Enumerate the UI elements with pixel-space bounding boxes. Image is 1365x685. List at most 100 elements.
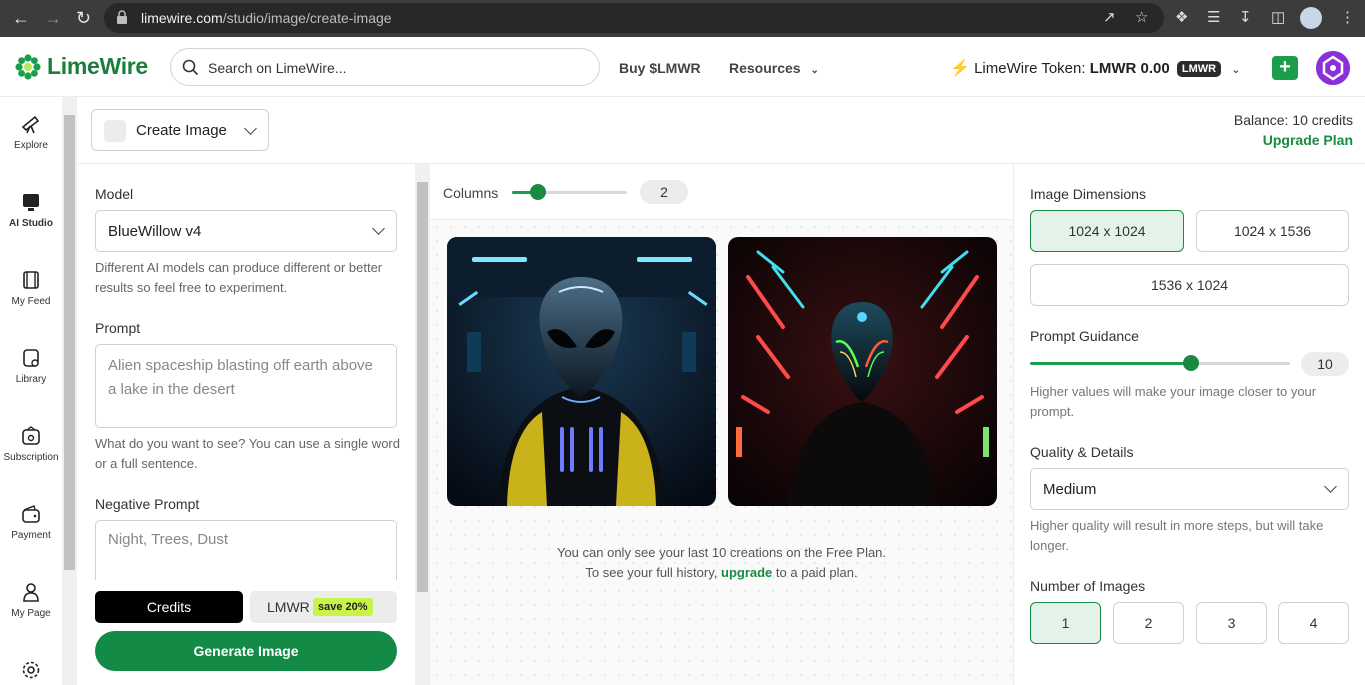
negative-prompt-label: Negative Prompt [95,496,200,512]
num-images-option-3[interactable]: 3 [1196,602,1267,644]
generated-image-1[interactable] [447,237,716,506]
guidance-label: Prompt Guidance [1030,328,1139,344]
limewire-logo-icon[interactable] [15,54,41,80]
search-placeholder: Search on LimeWire... [208,60,347,76]
prompt-input[interactable]: Alien spaceship blasting off earth above… [95,344,397,428]
columns-value: 2 [640,180,688,204]
reload-icon[interactable]: ↻ [76,8,91,28]
num-images-label: Number of Images [1030,578,1146,594]
chevron-down-icon: ⌄ [1231,64,1241,76]
extensions-icon[interactable]: ❖ [1175,9,1188,27]
browser-chrome: ← → ↻ limewire.com/studio/image/create-i… [0,0,1365,37]
telescope-icon [21,115,40,134]
forward-icon[interactable]: → [44,8,62,28]
share-icon[interactable]: ↗ [1103,9,1116,27]
generation-settings-panel: Model BlueWillow v4 Different AI models … [79,164,415,685]
avatar[interactable] [1316,51,1350,85]
brand-name[interactable]: LimeWire [47,53,148,80]
guidance-slider[interactable] [1030,355,1290,371]
credits-tab[interactable]: Credits [95,591,243,623]
guidance-slider-knob[interactable] [1183,355,1199,371]
wallet-icon [22,505,40,523]
download-icon[interactable]: ↧ [1239,9,1252,27]
num-images-option-1[interactable]: 1 [1030,602,1101,644]
chevron-down-icon [372,222,385,235]
browser-profile-icon[interactable] [1300,7,1322,29]
columns-bar: Columns 2 [430,164,1013,220]
model-label: Model [95,186,134,202]
alien-image-red [728,237,997,506]
library-icon [23,349,39,367]
prompt-label: Prompt [95,320,141,336]
sidebar-scrollbar[interactable] [62,97,77,685]
columns-slider-knob[interactable] [530,184,546,200]
media-icon[interactable]: ☰ [1207,9,1220,27]
create-image-icon [104,120,126,142]
back-icon[interactable]: ← [12,8,30,28]
dimension-option-1024x1024[interactable]: 1024 x 1024 [1030,210,1184,252]
num-images-option-4[interactable]: 4 [1278,602,1349,644]
guidance-value: 10 [1301,352,1349,376]
sidebar: Explore AI Studio My Feed Library Subscr… [0,97,62,685]
quality-hint: Higher quality will result in more steps… [1030,518,1324,553]
history-note: You can only see your last 10 creations … [556,545,887,580]
search-icon [182,59,199,76]
model-hint: Different AI models can produce differen… [95,260,383,295]
panel-scrollbar[interactable] [415,164,430,685]
generated-image-2[interactable] [728,237,997,506]
sidebar-item-my-page[interactable]: My Page [0,581,62,619]
menu-dots-icon[interactable]: ⋮ [1340,9,1355,27]
token-badge: LMWR [1176,61,1222,77]
sidepanel-icon[interactable]: ◫ [1271,9,1285,27]
sidebar-item-payment[interactable]: Payment [0,503,62,541]
chevron-down-icon: ⌄ [810,65,819,76]
dimension-option-1024x1536[interactable]: 1024 x 1536 [1196,210,1349,252]
chevron-down-icon [244,122,257,135]
model-select[interactable]: BlueWillow v4 [95,210,397,252]
results-area: Columns 2 You can only see your last 10 … [430,164,1013,685]
token-balance[interactable]: ⚡ LimeWire Token: LMWR 0.00 LMWR ⌄ [950,58,1241,78]
quality-label: Quality & Details [1030,444,1134,460]
sidebar-item-subscription[interactable]: Subscription [0,425,62,463]
add-button[interactable]: + [1272,56,1298,80]
alien-image-blue [447,237,716,506]
feed-icon [23,271,39,289]
guidance-hint: Higher values will make your image close… [1030,384,1317,419]
lightning-icon: ⚡ [950,60,970,77]
dimension-option-1536x1024[interactable]: 1536 x 1024 [1030,264,1349,306]
sidebar-item-explore[interactable]: Explore [0,113,62,151]
num-images-option-2[interactable]: 2 [1113,602,1184,644]
upgrade-plan-link[interactable]: Upgrade Plan [1234,132,1353,148]
star-icon[interactable]: ☆ [1135,9,1148,27]
subscription-icon [22,426,40,445]
search-input[interactable]: Search on LimeWire... [170,48,600,86]
nav-resources[interactable]: Resources ⌄ [729,60,819,76]
gear-icon [22,661,40,679]
sidebar-item-settings[interactable] [0,659,62,681]
negative-prompt-input[interactable]: Night, Trees, Dust [95,520,397,580]
lmwr-tab[interactable]: LMWR save 20% [250,591,397,623]
user-icon [23,583,39,602]
sidebar-item-ai-studio[interactable]: AI Studio [0,191,62,229]
image-options-panel: Image Dimensions 1024 x 1024 1024 x 1536… [1013,164,1365,685]
app-header: LimeWire Search on LimeWire... Buy $LMWR… [0,37,1365,97]
quality-select[interactable]: Medium [1030,468,1349,510]
lock-icon [117,10,127,24]
sidebar-item-my-feed[interactable]: My Feed [0,269,62,307]
columns-slider[interactable] [512,184,627,200]
generate-image-button[interactable]: Generate Image [95,631,397,671]
dimensions-label: Image Dimensions [1030,186,1146,202]
url-text: limewire.com/studio/image/create-image [141,10,392,26]
upgrade-link[interactable]: upgrade [721,565,772,580]
sidebar-item-library[interactable]: Library [0,347,62,385]
columns-label: Columns [443,185,499,201]
nav-buy-lmwr[interactable]: Buy $LMWR [619,60,701,76]
chevron-down-icon [1324,480,1337,493]
studio-icon [23,194,39,211]
create-image-dropdown[interactable]: Create Image [91,109,269,151]
prompt-hint: What do you want to see? You can use a s… [95,436,400,471]
save-badge: save 20% [313,598,373,616]
balance-area: Balance: 10 credits Upgrade Plan [1234,112,1353,148]
address-bar[interactable]: limewire.com/studio/image/create-image [104,3,1164,33]
balance-text: Balance: 10 credits [1233,112,1353,128]
